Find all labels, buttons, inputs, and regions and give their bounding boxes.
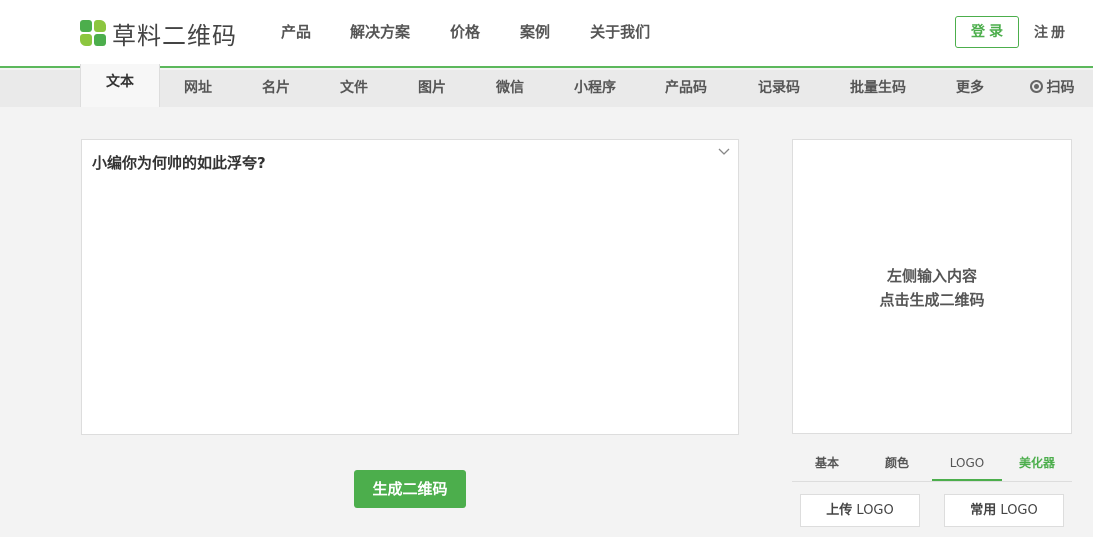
logo-text: 草料二维码 (112, 22, 237, 50)
login-button[interactable]: 登录 (955, 16, 1019, 48)
tab-batch[interactable]: 批量生码 (843, 70, 913, 107)
tab-miniprogram[interactable]: 小程序 (564, 70, 626, 107)
tab-url[interactable]: 网址 (170, 70, 226, 107)
tab-wechat[interactable]: 微信 (482, 70, 538, 107)
preview-hint: 左侧输入内容 点击生成二维码 (793, 264, 1071, 312)
style-tab-basic[interactable]: 基本 (806, 450, 848, 481)
tab-product-code[interactable]: 产品码 (655, 70, 717, 107)
style-tabs: 基本 颜色 LOGO 美化器 (792, 450, 1072, 482)
logo-icon (80, 20, 107, 47)
nav-solutions[interactable]: 解决方案 (350, 22, 410, 42)
nav-cases[interactable]: 案例 (520, 22, 550, 42)
site-logo[interactable]: 草料二维码 (80, 16, 237, 51)
tab-scan-label: 扫码 (1046, 80, 1075, 96)
tab-record-code[interactable]: 记录码 (748, 70, 810, 107)
common-logo-button[interactable]: 常用 LOGO (944, 494, 1064, 527)
tab-card[interactable]: 名片 (248, 70, 304, 107)
upload-logo-prefix: 上传 (826, 503, 853, 518)
style-tab-color[interactable]: 颜色 (876, 450, 918, 481)
common-logo-prefix: 常用 (970, 503, 997, 518)
main-nav: 产品 解决方案 价格 案例 关于我们 (281, 22, 686, 42)
generate-qr-button[interactable]: 生成二维码 (354, 470, 466, 508)
upload-logo-button[interactable]: 上传 LOGO (800, 494, 920, 527)
style-tab-logo[interactable]: LOGO (932, 450, 1002, 481)
text-content-value: 小编你为何帅的如此浮夸? (92, 154, 266, 172)
text-content-input[interactable]: 小编你为何帅的如此浮夸? (81, 139, 739, 435)
chevron-down-icon[interactable] (718, 146, 730, 158)
scan-icon (1029, 80, 1043, 93)
tab-more[interactable]: 更多 (947, 70, 993, 107)
upload-logo-suffix: LOGO (852, 503, 894, 518)
preview-hint-line2: 点击生成二维码 (879, 291, 985, 309)
qr-preview-panel: 左侧输入内容 点击生成二维码 (792, 139, 1072, 434)
nav-pricing[interactable]: 价格 (450, 22, 480, 42)
tab-file[interactable]: 文件 (326, 70, 382, 107)
tab-text[interactable]: 文本 (80, 64, 160, 107)
tab-scan[interactable]: 扫码 (1024, 70, 1080, 107)
site-header: 草料二维码 产品 解决方案 价格 案例 关于我们 登录 注册 (0, 0, 1093, 68)
style-tab-beautifier[interactable]: 美化器 (1014, 450, 1060, 481)
nav-products[interactable]: 产品 (281, 22, 311, 42)
type-tabbar: 文本 网址 名片 文件 图片 微信 小程序 产品码 记录码 批量生码 更多 扫码 (0, 64, 1093, 107)
tab-image[interactable]: 图片 (404, 70, 460, 107)
nav-about[interactable]: 关于我们 (590, 22, 650, 42)
preview-hint-line1: 左侧输入内容 (886, 267, 977, 285)
register-link[interactable]: 注册 (1034, 22, 1068, 42)
common-logo-suffix: LOGO (996, 503, 1038, 518)
